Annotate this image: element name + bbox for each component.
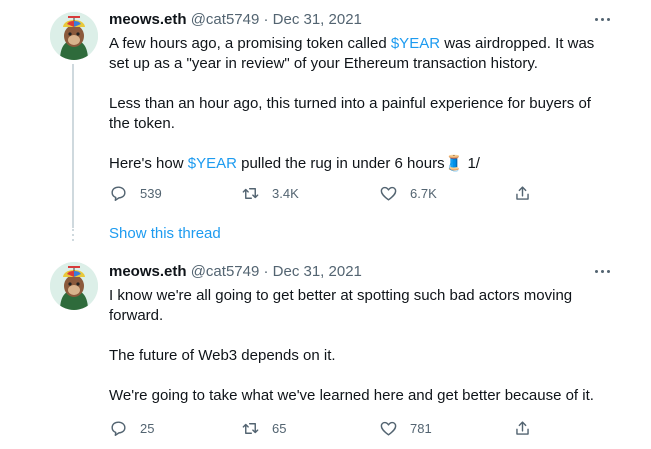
tweet-actions: 539 3.4K 6.7K xyxy=(109,184,549,204)
retweet-button[interactable]: 65 xyxy=(241,419,286,438)
paragraph: Here's how $YEAR pulled the rug in under… xyxy=(109,154,609,174)
tweet-header: meows.eth @cat5749 · Dec 31, 2021 xyxy=(109,263,362,280)
cashtag-link[interactable]: $YEAR xyxy=(391,35,440,52)
share-icon xyxy=(516,186,529,200)
display-name[interactable]: meows.eth xyxy=(109,11,187,28)
retweet-icon xyxy=(242,188,259,199)
retweet-count: 3.4K xyxy=(272,186,299,201)
more-icon[interactable] xyxy=(595,18,613,24)
tweet-header: meows.eth @cat5749 · Dec 31, 2021 xyxy=(109,11,362,28)
share-button[interactable] xyxy=(513,184,532,203)
like-button[interactable]: 781 xyxy=(379,419,432,438)
paragraph: A few hours ago, a promising token calle… xyxy=(109,34,609,74)
text: The future of Web3 depends on it. xyxy=(109,347,336,364)
reply-button[interactable]: 539 xyxy=(109,184,162,203)
timestamp[interactable]: Dec 31, 2021 xyxy=(273,11,362,28)
separator: · xyxy=(263,263,269,280)
thread-emoji: 🧵 xyxy=(444,155,464,172)
separator: · xyxy=(263,11,269,28)
avatar[interactable] xyxy=(50,262,98,310)
cashtag-link[interactable]: $YEAR xyxy=(188,155,237,172)
text: I know we're all going to get better at … xyxy=(109,287,573,324)
heart-icon xyxy=(380,421,397,436)
reply-count: 539 xyxy=(140,186,162,201)
like-count: 6.7K xyxy=(410,186,437,201)
text: Less than an hour ago, this turned into … xyxy=(109,95,591,132)
paragraph: Less than an hour ago, this turned into … xyxy=(109,94,609,134)
reply-button[interactable]: 25 xyxy=(109,419,154,438)
like-button[interactable]: 6.7K xyxy=(379,184,437,203)
reply-icon xyxy=(111,421,126,436)
tweet-text: I know we're all going to get better at … xyxy=(109,286,609,426)
heart-icon xyxy=(380,186,397,201)
text: pulled the rug in under 6 hours xyxy=(236,155,445,172)
paragraph: We're going to take what we've learned h… xyxy=(109,386,609,406)
share-button[interactable] xyxy=(513,419,532,438)
tweet[interactable]: meows.eth @cat5749 · Dec 31, 2021 I know… xyxy=(0,254,651,449)
tweet[interactable]: meows.eth @cat5749 · Dec 31, 2021 A few … xyxy=(0,0,651,242)
timestamp[interactable]: Dec 31, 2021 xyxy=(273,263,362,280)
thread-gap-dots xyxy=(72,224,74,242)
paragraph: I know we're all going to get better at … xyxy=(109,286,609,326)
handle[interactable]: @cat5749 xyxy=(191,11,260,28)
text: Here's how xyxy=(109,155,188,172)
text: 1/ xyxy=(463,155,480,172)
reply-icon xyxy=(111,186,126,201)
like-count: 781 xyxy=(410,421,432,436)
retweet-icon xyxy=(242,423,259,434)
paragraph: The future of Web3 depends on it. xyxy=(109,346,609,366)
display-name[interactable]: meows.eth xyxy=(109,263,187,280)
retweet-count: 65 xyxy=(272,421,287,436)
handle[interactable]: @cat5749 xyxy=(191,263,260,280)
show-thread-link[interactable]: Show this thread xyxy=(109,225,221,242)
retweet-button[interactable]: 3.4K xyxy=(241,184,299,203)
text: We're going to take what we've learned h… xyxy=(109,387,594,404)
more-icon[interactable] xyxy=(595,270,613,276)
tweet-actions: 25 65 781 xyxy=(109,419,549,439)
share-icon xyxy=(516,421,529,435)
thread-line xyxy=(72,64,74,228)
text: A few hours ago, a promising token calle… xyxy=(109,35,391,52)
avatar[interactable] xyxy=(50,12,98,60)
reply-count: 25 xyxy=(140,421,155,436)
tweet-text: A few hours ago, a promising token calle… xyxy=(109,34,609,194)
